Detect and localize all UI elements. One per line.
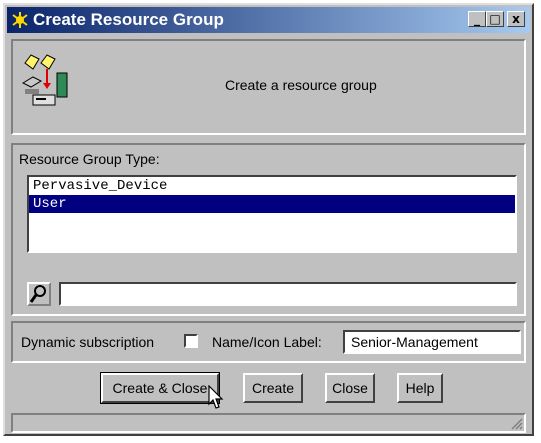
header-panel: Create a resource group: [11, 39, 526, 135]
create-resource-group-dialog: Create Resource Group _ □ x Create a res…: [3, 3, 534, 436]
close-window-button[interactable]: x: [507, 11, 525, 27]
name-icon-label: Name/Icon Label:: [212, 334, 322, 350]
app-icon: [12, 12, 28, 28]
dynamic-subscription-checkbox[interactable]: [184, 334, 198, 348]
minimize-icon: _: [474, 12, 480, 26]
create-button[interactable]: Create: [243, 373, 303, 403]
resource-group-type-label: Resource Group Type:: [19, 151, 160, 167]
minimize-button[interactable]: _: [468, 11, 486, 27]
resource-group-icon: [21, 54, 68, 106]
close-button[interactable]: Close: [325, 373, 375, 403]
resize-grip-icon[interactable]: [509, 416, 523, 430]
options-panel: Dynamic subscription Name/Icon Label: Se…: [11, 321, 526, 363]
header-description: Create a resource group: [225, 77, 377, 93]
resource-group-type-list[interactable]: Pervasive_Device User: [27, 175, 517, 253]
name-icon-field[interactable]: Senior-Management: [343, 330, 521, 354]
mouse-pointer-icon: [208, 385, 224, 409]
list-item-pervasive-device[interactable]: Pervasive_Device: [29, 177, 515, 195]
search-input[interactable]: [59, 282, 517, 306]
dynamic-subscription-label: Dynamic subscription: [21, 334, 155, 350]
help-button[interactable]: Help: [397, 373, 443, 403]
magnifier-icon: [29, 285, 46, 303]
create-close-button[interactable]: Create & Close: [100, 372, 220, 404]
resource-group-panel: Resource Group Type: Pervasive_Device Us…: [11, 143, 526, 316]
status-bar: [11, 413, 526, 433]
list-item-user[interactable]: User: [29, 195, 515, 213]
title-bar[interactable]: Create Resource Group _ □ x: [7, 7, 530, 33]
search-button[interactable]: [27, 282, 51, 306]
maximize-button[interactable]: □: [486, 11, 504, 27]
maximize-icon: □: [489, 12, 501, 26]
window-title: Create Resource Group: [33, 10, 224, 29]
close-icon: x: [512, 12, 520, 26]
